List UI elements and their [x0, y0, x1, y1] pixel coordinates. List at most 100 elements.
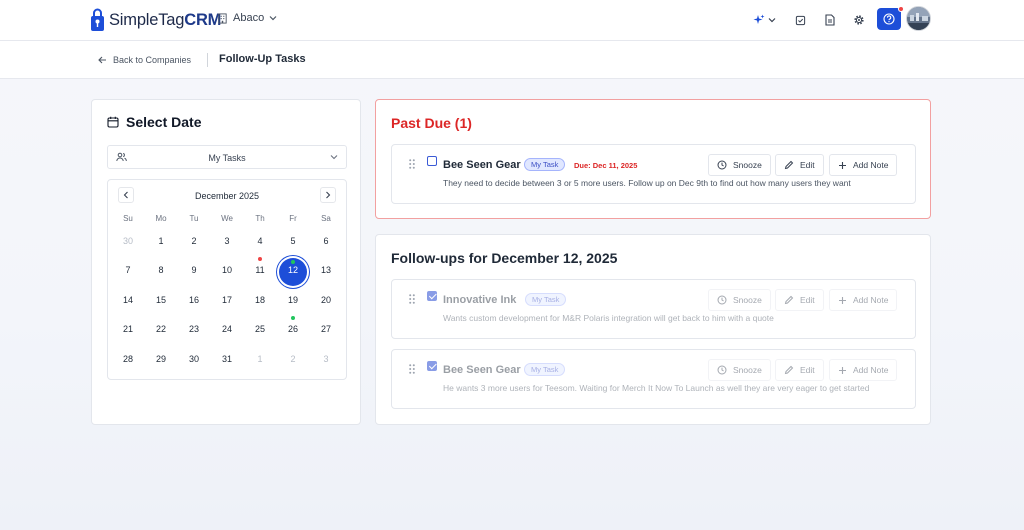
workspace-switcher[interactable]: Abaco: [217, 12, 277, 24]
task-company-name[interactable]: Bee Seen Gear: [443, 364, 521, 376]
help-button[interactable]: [877, 8, 901, 30]
calendar-day[interactable]: 20: [312, 289, 340, 311]
drag-handle-icon[interactable]: [409, 364, 415, 374]
task-description: They need to decide between 3 or 5 more …: [443, 178, 851, 188]
settings-button[interactable]: [851, 12, 867, 28]
past-due-title: Past Due (1): [391, 115, 472, 131]
add-note-button[interactable]: Add Note: [829, 359, 898, 381]
add-note-button[interactable]: Add Note: [829, 154, 898, 176]
add-note-button[interactable]: Add Note: [829, 289, 898, 311]
calendar-icon: [107, 116, 119, 128]
select-date-heading: Select Date: [107, 114, 201, 130]
task-owner-select[interactable]: My Tasks: [107, 145, 347, 169]
calendar-day[interactable]: 26: [279, 318, 307, 340]
followups-title: Follow-ups for December 12, 2025: [391, 250, 618, 266]
edit-label: Edit: [800, 365, 815, 375]
chevron-down-icon: [768, 18, 775, 23]
task-description: He wants 3 more users for Teesom. Waitin…: [443, 383, 870, 393]
calendar-day[interactable]: 11: [246, 259, 274, 281]
calendar-day[interactable]: 2: [180, 230, 208, 252]
help-icon: [883, 13, 895, 25]
calendar-day[interactable]: 18: [246, 289, 274, 311]
user-avatar[interactable]: [906, 6, 931, 31]
edit-button[interactable]: Edit: [775, 359, 824, 381]
calendar-day[interactable]: 6: [312, 230, 340, 252]
drag-handle-icon[interactable]: [409, 294, 415, 304]
calendar-day[interactable]: 16: [180, 289, 208, 311]
calendar-day[interactable]: 21: [114, 318, 142, 340]
divider: [207, 53, 208, 67]
snooze-button[interactable]: Snooze: [708, 154, 771, 176]
task-complete-checkbox[interactable]: [427, 361, 437, 371]
clock-icon: [717, 160, 727, 170]
task-owner-badge: My Task: [524, 158, 566, 171]
edit-button[interactable]: Edit: [775, 289, 824, 311]
task-complete-checkbox[interactable]: [427, 291, 437, 301]
next-month-button[interactable]: [320, 187, 336, 203]
weekday-header: Th: [255, 214, 265, 223]
add-note-label: Add Note: [853, 295, 889, 305]
calendar-day[interactable]: 25: [246, 318, 274, 340]
past-due-panel: Past Due (1) Bee Seen Gear My Task Due: …: [375, 99, 931, 219]
calendar: December 2025 Su Mo Tu We Th Fr Sa 30 1 2 3 4 5 6 7 8 9 1…: [107, 179, 347, 380]
calendar-day[interactable]: 24: [213, 318, 241, 340]
calendar-day[interactable]: 28: [114, 348, 142, 370]
ai-assistant-menu[interactable]: [752, 12, 776, 28]
documents-button[interactable]: [822, 12, 838, 28]
calendar-day[interactable]: 9: [180, 259, 208, 281]
back-to-companies-link[interactable]: Back to Companies: [98, 55, 191, 65]
chevron-down-icon: [269, 16, 277, 21]
task-complete-checkbox[interactable]: [427, 156, 437, 166]
tasks-button[interactable]: [792, 12, 808, 28]
page-title: Follow-Up Tasks: [219, 53, 306, 65]
add-note-label: Add Note: [853, 160, 889, 170]
pencil-icon: [784, 160, 794, 170]
calendar-day[interactable]: 27: [312, 318, 340, 340]
logo-tag-icon: [91, 8, 104, 31]
task-company-name[interactable]: Bee Seen Gear: [443, 159, 521, 171]
calendar-day[interactable]: 3: [312, 348, 340, 370]
task-owner-badge: My Task: [525, 293, 567, 306]
calendar-day[interactable]: 14: [114, 289, 142, 311]
tasks-icon: [795, 15, 805, 25]
calendar-day[interactable]: 2: [279, 348, 307, 370]
plus-icon: [839, 161, 846, 169]
calendar-day[interactable]: 22: [147, 318, 175, 340]
calendar-day[interactable]: 10: [213, 259, 241, 281]
calendar-day[interactable]: 7: [114, 259, 142, 281]
calendar-day[interactable]: 1: [246, 348, 274, 370]
calendar-day[interactable]: 30: [180, 348, 208, 370]
edit-label: Edit: [800, 295, 815, 305]
calendar-day[interactable]: 29: [147, 348, 175, 370]
weekday-header: We: [221, 214, 233, 223]
followups-panel: Follow-ups for December 12, 2025 Innovat…: [375, 234, 931, 425]
weekday-header: Tu: [189, 214, 199, 223]
calendar-day[interactable]: 1: [147, 230, 175, 252]
app-logo[interactable]: SimpleTagCRM: [90, 7, 221, 33]
calendar-day[interactable]: 23: [180, 318, 208, 340]
calendar-day[interactable]: 31: [213, 348, 241, 370]
top-navbar: SimpleTagCRM Abaco: [0, 0, 1024, 41]
edit-button[interactable]: Edit: [775, 154, 824, 176]
back-label: Back to Companies: [113, 55, 192, 65]
task-indicator-dot: [291, 260, 295, 264]
calendar-day[interactable]: 8: [147, 259, 175, 281]
task-description: Wants custom development for M&R Polaris…: [443, 313, 774, 323]
calendar-day[interactable]: 3: [213, 230, 241, 252]
drag-handle-icon[interactable]: [409, 159, 415, 169]
select-date-title: Select Date: [126, 114, 202, 130]
calendar-day[interactable]: 5: [279, 230, 307, 252]
task-company-name[interactable]: Innovative Ink: [443, 294, 516, 306]
calendar-day[interactable]: 15: [147, 289, 175, 311]
calendar-day[interactable]: 19: [279, 289, 307, 311]
chevron-down-icon: [330, 155, 338, 160]
calendar-month-label: December 2025: [194, 191, 260, 201]
snooze-button[interactable]: Snooze: [708, 289, 771, 311]
plus-icon: [839, 366, 846, 374]
calendar-day[interactable]: 30: [114, 230, 142, 252]
calendar-day[interactable]: 4: [246, 230, 274, 252]
clock-icon: [717, 295, 727, 305]
snooze-button[interactable]: Snooze: [708, 359, 771, 381]
calendar-day[interactable]: 17: [213, 289, 241, 311]
calendar-day[interactable]: 13: [312, 259, 340, 281]
